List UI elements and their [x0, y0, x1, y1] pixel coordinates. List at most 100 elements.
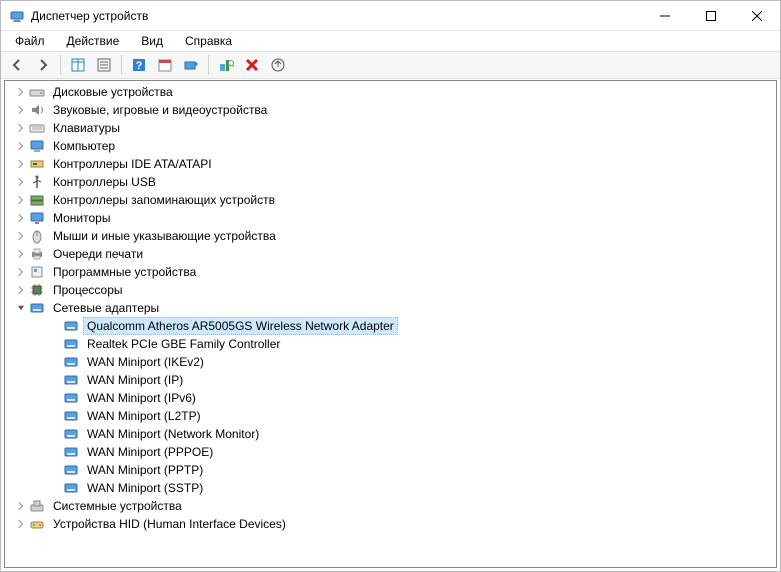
net-icon — [63, 426, 79, 442]
cpu-icon — [29, 282, 45, 298]
tree-device-label: WAN Miniport (L2TP) — [83, 407, 205, 425]
chevron-right-icon[interactable] — [13, 84, 29, 100]
eject-button[interactable] — [266, 53, 290, 77]
tree-device[interactable]: WAN Miniport (IP) — [5, 371, 776, 389]
ide-icon — [29, 156, 45, 172]
chevron-right-icon[interactable] — [13, 192, 29, 208]
tree-device[interactable]: WAN Miniport (Network Monitor) — [5, 425, 776, 443]
tree-spacer — [47, 372, 63, 388]
tree-spacer — [47, 426, 63, 442]
tree-category[interactable]: Мыши и иные указывающие устройства — [5, 227, 776, 245]
toolbar-separator — [60, 55, 61, 75]
chevron-right-icon[interactable] — [13, 210, 29, 226]
device-tree[interactable]: Дисковые устройстваЗвуковые, игровые и в… — [5, 81, 776, 567]
tree-device[interactable]: Qualcomm Atheros AR5005GS Wireless Netwo… — [5, 317, 776, 335]
help-button[interactable]: ? — [127, 53, 151, 77]
net-icon — [63, 408, 79, 424]
chevron-down-icon[interactable] — [13, 300, 29, 316]
tree-category[interactable]: Звуковые, игровые и видеоустройства — [5, 101, 776, 119]
tree-device[interactable]: WAN Miniport (IKEv2) — [5, 353, 776, 371]
tree-category[interactable]: Процессоры — [5, 281, 776, 299]
chevron-right-icon[interactable] — [13, 156, 29, 172]
tree-device[interactable]: Realtek PCIe GBE Family Controller — [5, 335, 776, 353]
net-icon — [63, 480, 79, 496]
tree-device[interactable]: WAN Miniport (PPPOE) — [5, 443, 776, 461]
tree-category[interactable]: Программные устройства — [5, 263, 776, 281]
chevron-right-icon[interactable] — [13, 282, 29, 298]
tree-spacer — [47, 462, 63, 478]
menubar: Файл Действие Вид Справка — [1, 31, 780, 51]
tree-category[interactable]: Контроллеры IDE ATA/ATAPI — [5, 155, 776, 173]
tree-spacer — [31, 390, 47, 406]
window-title: Диспетчер устройств — [31, 9, 642, 23]
tree-device-label: WAN Miniport (PPPOE) — [83, 443, 217, 461]
usb-icon — [29, 174, 45, 190]
chevron-right-icon[interactable] — [13, 498, 29, 514]
close-button[interactable] — [734, 1, 780, 31]
tree-category[interactable]: Контроллеры запоминающих устройств — [5, 191, 776, 209]
tree-spacer — [31, 372, 47, 388]
show-details-button[interactable] — [66, 53, 90, 77]
tree-category-label: Программные устройства — [49, 263, 200, 281]
menu-help[interactable]: Справка — [177, 32, 240, 50]
tree-category[interactable]: Устройства HID (Human Interface Devices) — [5, 515, 776, 533]
tree-spacer — [47, 480, 63, 496]
back-button[interactable] — [5, 53, 29, 77]
tree-category-label: Очереди печати — [49, 245, 147, 263]
tree-spacer — [47, 336, 63, 352]
tree-device-label: WAN Miniport (SSTP) — [83, 479, 207, 497]
chevron-right-icon[interactable] — [13, 516, 29, 532]
printer-icon — [29, 246, 45, 262]
tree-device-label: Qualcomm Atheros AR5005GS Wireless Netwo… — [83, 317, 398, 335]
maximize-button[interactable] — [688, 1, 734, 31]
menu-view[interactable]: Вид — [133, 32, 171, 50]
tree-spacer — [31, 426, 47, 442]
tree-category-label: Контроллеры IDE ATA/ATAPI — [49, 155, 216, 173]
tree-device[interactable]: WAN Miniport (SSTP) — [5, 479, 776, 497]
tree-category[interactable]: Сетевые адаптеры — [5, 299, 776, 317]
chevron-right-icon[interactable] — [13, 264, 29, 280]
properties-button[interactable] — [92, 53, 116, 77]
event-button[interactable] — [153, 53, 177, 77]
scan-button[interactable] — [214, 53, 238, 77]
svg-text:?: ? — [136, 60, 143, 72]
tree-category-label: Сетевые адаптеры — [49, 299, 163, 317]
hid-icon — [29, 516, 45, 532]
tree-spacer — [31, 462, 47, 478]
keyboard-icon — [29, 120, 45, 136]
forward-button[interactable] — [31, 53, 55, 77]
tree-device[interactable]: WAN Miniport (PPTP) — [5, 461, 776, 479]
tree-spacer — [47, 390, 63, 406]
minimize-button[interactable] — [642, 1, 688, 31]
chevron-right-icon[interactable] — [13, 102, 29, 118]
tree-category[interactable]: Клавиатуры — [5, 119, 776, 137]
chevron-right-icon[interactable] — [13, 120, 29, 136]
menu-file[interactable]: Файл — [7, 32, 53, 50]
update-driver-button[interactable] — [179, 53, 203, 77]
tree-category[interactable]: Очереди печати — [5, 245, 776, 263]
tree-category[interactable]: Контроллеры USB — [5, 173, 776, 191]
net-icon — [63, 318, 79, 334]
toolbar: ? — [1, 51, 780, 79]
chevron-right-icon[interactable] — [13, 174, 29, 190]
chevron-right-icon[interactable] — [13, 138, 29, 154]
tree-spacer — [47, 318, 63, 334]
tree-device[interactable]: WAN Miniport (IPv6) — [5, 389, 776, 407]
tree-category[interactable]: Компьютер — [5, 137, 776, 155]
tree-category[interactable]: Дисковые устройства — [5, 83, 776, 101]
tree-spacer — [47, 354, 63, 370]
titlebar: Диспетчер устройств — [1, 1, 780, 31]
tree-spacer — [47, 408, 63, 424]
tree-category-label: Компьютер — [49, 137, 119, 155]
chevron-right-icon[interactable] — [13, 228, 29, 244]
app-icon — [9, 8, 25, 24]
tree-device[interactable]: WAN Miniport (L2TP) — [5, 407, 776, 425]
menu-action[interactable]: Действие — [59, 32, 128, 50]
tree-spacer — [31, 444, 47, 460]
net-icon — [63, 372, 79, 388]
uninstall-button[interactable] — [240, 53, 264, 77]
tree-category[interactable]: Системные устройства — [5, 497, 776, 515]
monitor-icon — [29, 210, 45, 226]
tree-category[interactable]: Мониторы — [5, 209, 776, 227]
chevron-right-icon[interactable] — [13, 246, 29, 262]
